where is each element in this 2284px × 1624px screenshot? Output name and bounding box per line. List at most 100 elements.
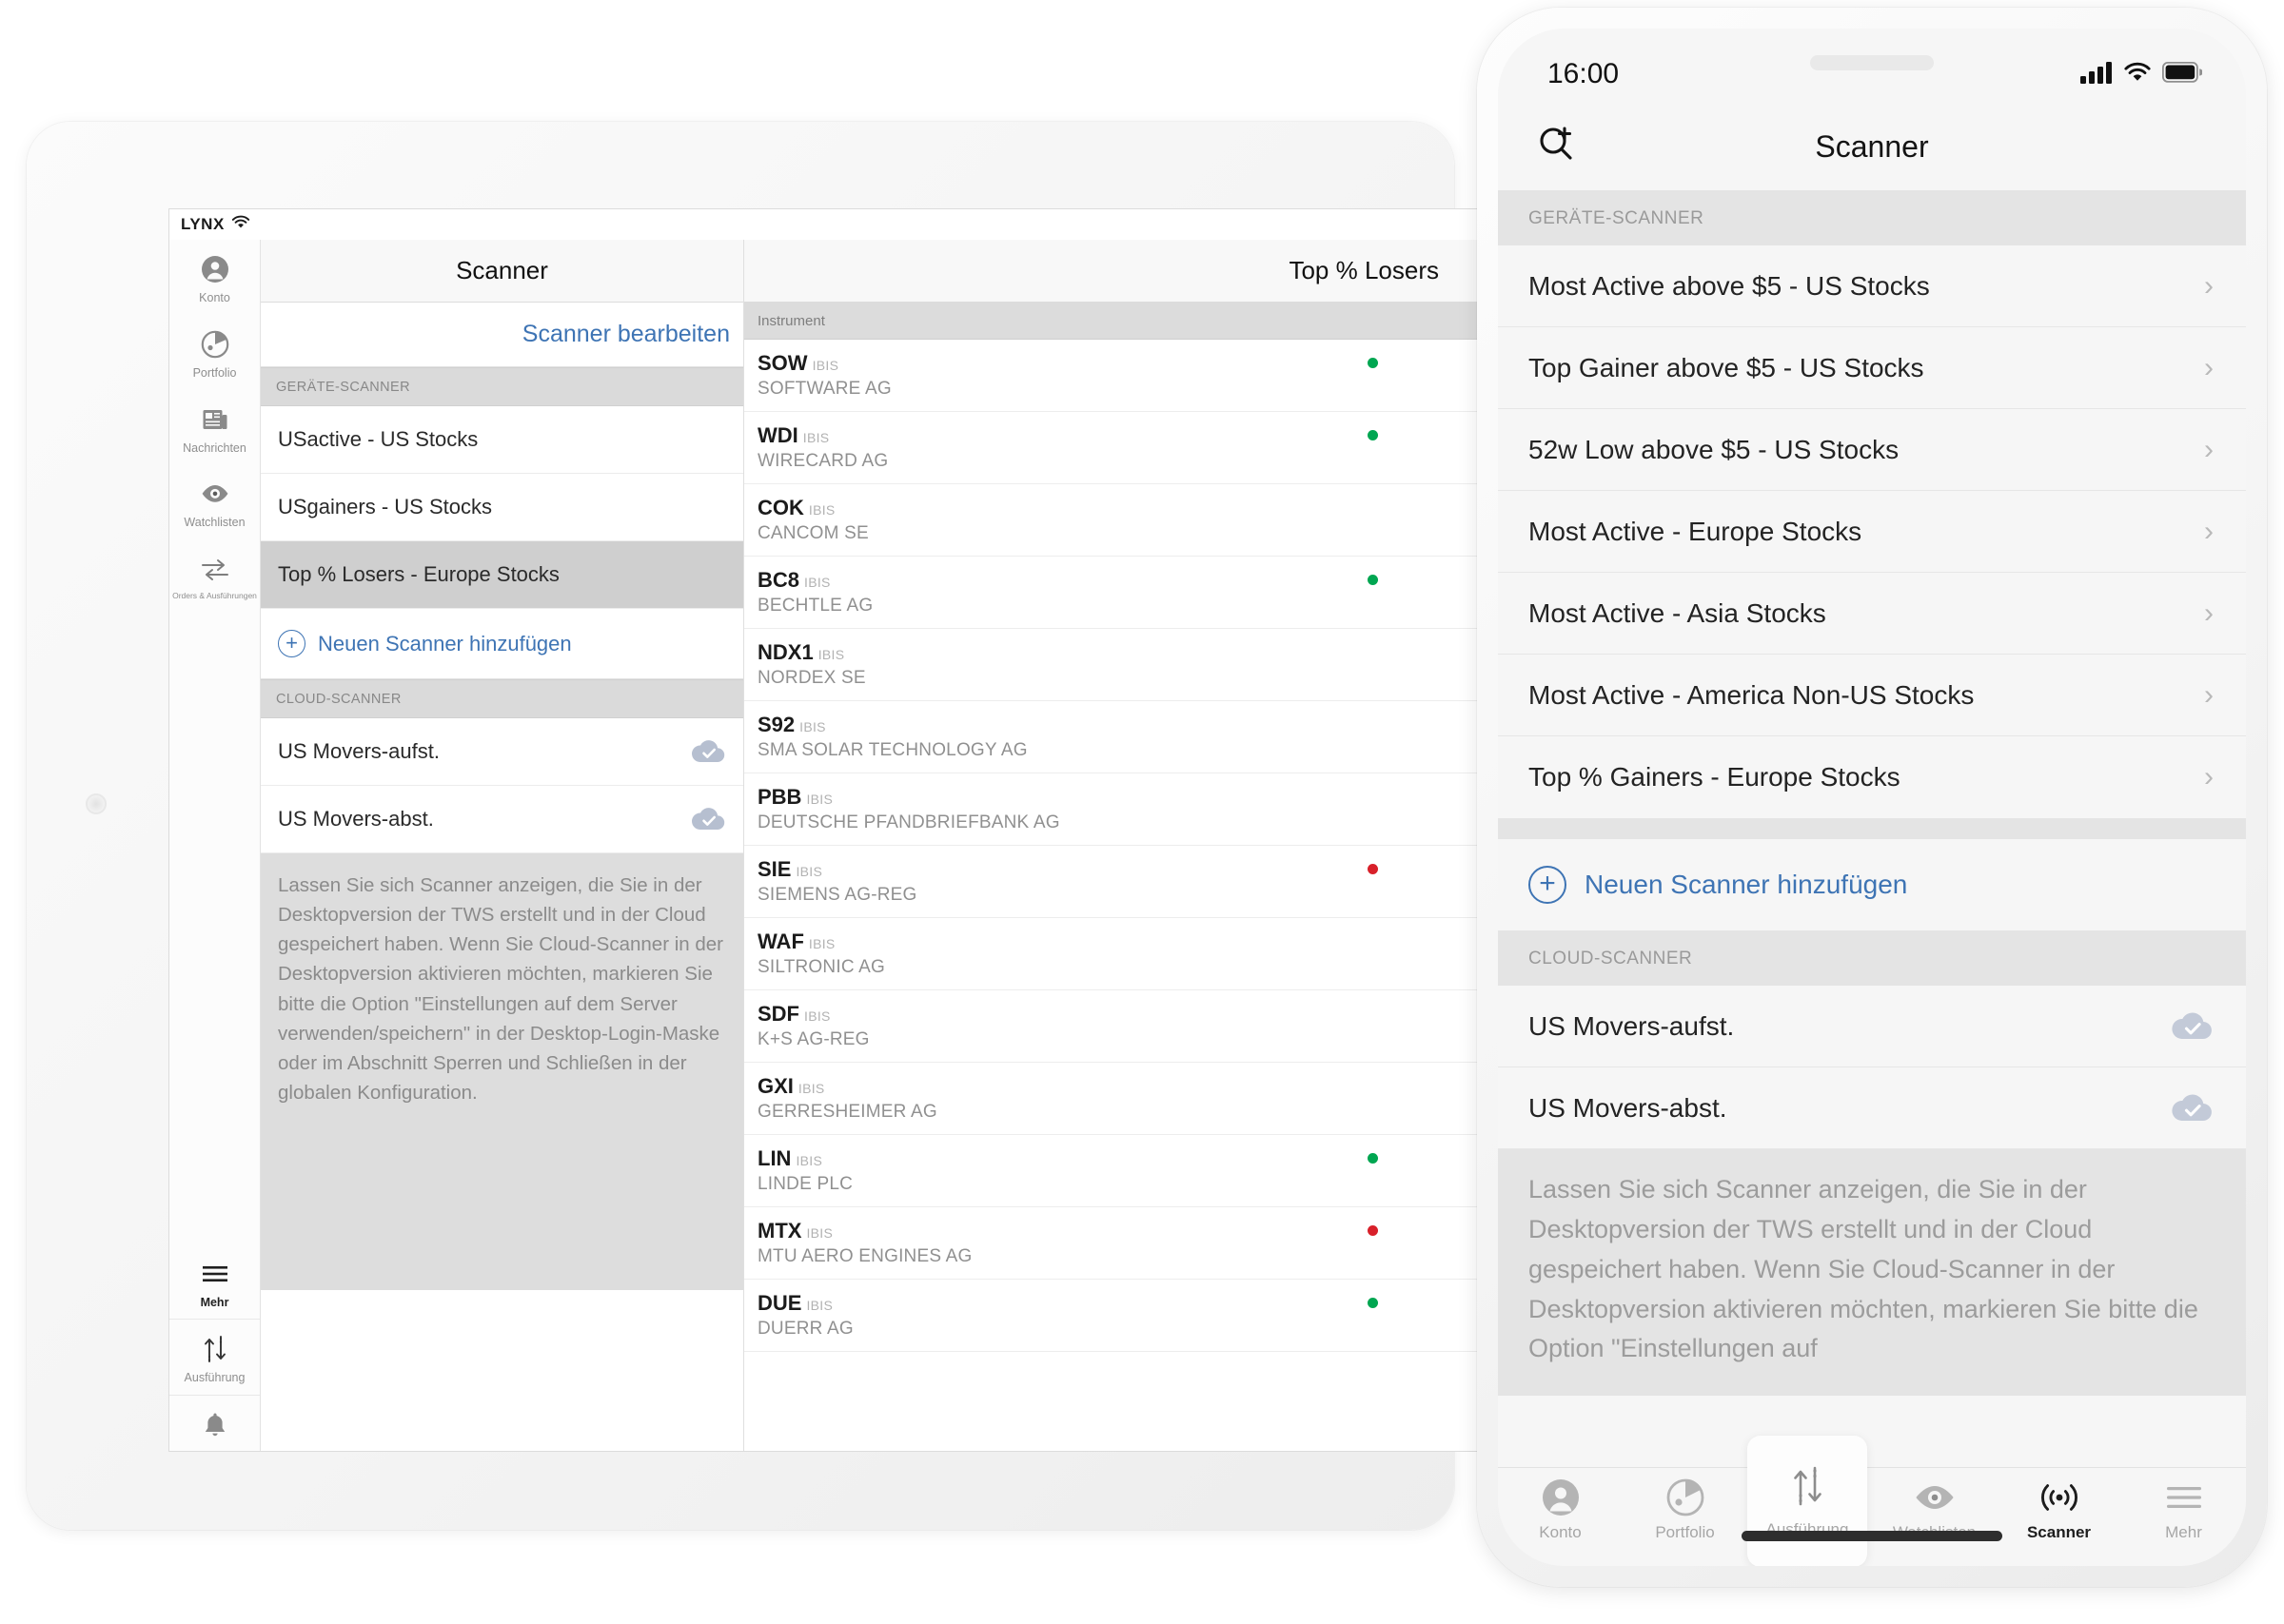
- instrument-row[interactable]: SDF IBIS K+S AG-REG: [744, 990, 1521, 1063]
- tab-konto[interactable]: Konto: [1498, 1478, 1623, 1542]
- instrument-row[interactable]: SIE IBIS SIEMENS AG-REG: [744, 846, 1521, 918]
- instrument-symbol: S92: [758, 713, 796, 736]
- instrument-row[interactable]: SOW IBIS SOFTWARE AG: [744, 340, 1521, 412]
- instrument-exchange: IBIS: [808, 502, 836, 518]
- instrument-row[interactable]: PBB IBIS DEUTSCHE PFANDBRIEFBANK AG: [744, 773, 1521, 846]
- tablet-status-bar: LYNX: [169, 209, 1521, 240]
- phone-scanner-item-label: Most Active - Asia Stocks: [1528, 597, 1826, 628]
- phone-device-frame: 16:00 Scanner GERÄTE-SCANNER Most Active…: [1477, 8, 2267, 1587]
- bell-icon: [199, 1409, 231, 1441]
- instrument-row[interactable]: BC8 IBIS BECHTLE AG: [744, 557, 1521, 629]
- phone-device-scanner-list[interactable]: Most Active above $5 - US Stocks › Top Gai…: [1498, 245, 2246, 818]
- instrument-name: SILTRONIC AG: [758, 957, 886, 977]
- scanner-list-item-selected[interactable]: Top % Losers - Europe Stocks: [261, 541, 743, 609]
- phone-scroll-area[interactable]: GERÄTE-SCANNER Most Active above $5 - US…: [1498, 190, 2246, 1467]
- price-direction-dot-green: [1368, 575, 1378, 585]
- wifi-icon: [231, 215, 250, 234]
- rail-item-ausfuehrung[interactable]: Ausführung: [169, 1319, 260, 1395]
- instrument-exchange: IBIS: [806, 1298, 834, 1313]
- panel-filler: [261, 1289, 743, 1451]
- tablet-left-navbar: Scanner: [261, 240, 743, 303]
- phone-cloud-scanner-item[interactable]: US Movers-aufst.: [1498, 986, 2246, 1067]
- phone-page-title: Scanner: [1815, 128, 1929, 164]
- instrument-exchange: IBIS: [806, 1225, 834, 1241]
- rail-label: Watchlisten: [184, 516, 246, 530]
- chevron-right-icon: ›: [2204, 515, 2214, 547]
- instrument-row[interactable]: WDI IBIS WIRECARD AG: [744, 412, 1521, 484]
- instrument-name: DUERR AG: [758, 1319, 854, 1339]
- up-down-arrows-icon: [199, 1333, 231, 1365]
- instrument-row[interactable]: S92 IBIS SMA SOLAR TECHNOLOGY AG: [744, 701, 1521, 773]
- add-scanner-button[interactable]: + Neuen Scanner hinzufügen: [261, 609, 743, 679]
- rail-spacer: [169, 610, 260, 1243]
- instrument-name: GERRESHEIMER AG: [758, 1102, 937, 1122]
- phone-scanner-item-label: Top Gainer above $5 - US Stocks: [1528, 352, 1924, 382]
- instrument-name: SOFTWARE AG: [758, 379, 892, 399]
- rail-item-watchlisten[interactable]: Watchlisten: [169, 464, 260, 539]
- rail-item-portfolio[interactable]: Portfolio: [169, 315, 260, 390]
- instrument-symbol: GXI: [758, 1074, 794, 1098]
- price-direction-dot-red: [1368, 864, 1378, 874]
- instrument-symbol: LIN: [758, 1146, 792, 1170]
- rail-item-orders[interactable]: Orders & Ausführungen: [169, 539, 260, 610]
- instrument-symbol: COK: [758, 496, 804, 519]
- phone-scanner-list-item[interactable]: Top % Gainers - Europe Stocks ›: [1498, 736, 2246, 818]
- instrument-symbol: DUE: [758, 1291, 802, 1315]
- instrument-symbol: SDF: [758, 1002, 799, 1026]
- cloud-scanner-item[interactable]: US Movers-abst.: [261, 786, 743, 853]
- tab-ausfuehrung-highlight[interactable]: Ausführung: [1747, 1436, 1867, 1566]
- rail-label: Orders & Ausführungen: [172, 591, 257, 600]
- phone-scanner-list-item[interactable]: Most Active - Asia Stocks ›: [1498, 573, 2246, 655]
- chevron-right-icon: ›: [2204, 761, 2214, 792]
- hamburger-icon: [2163, 1478, 2205, 1516]
- scanner-list-item[interactable]: USactive - US Stocks: [261, 406, 743, 474]
- cloud-scanner-item[interactable]: US Movers-aufst.: [261, 718, 743, 786]
- instrument-row[interactable]: GXI IBIS GERRESHEIMER AG: [744, 1063, 1521, 1135]
- instrument-row[interactable]: NDX1 IBIS NORDEX SE: [744, 629, 1521, 701]
- instrument-exchange: IBIS: [817, 647, 845, 662]
- instrument-exchange: IBIS: [808, 936, 836, 951]
- instrument-row[interactable]: DUE IBIS DUERR AG: [744, 1280, 1521, 1352]
- phone-scanner-list-item[interactable]: 52w Low above $5 - US Stocks ›: [1498, 409, 2246, 491]
- instrument-list[interactable]: SOW IBIS SOFTWARE AG WDI IBIS WIRECARD AG COK I…: [744, 340, 1521, 1352]
- rail-item-nachrichten[interactable]: Nachrichten: [169, 390, 260, 465]
- tablet-screen: LYNX Konto Portfolio Nachrichten Watchli…: [169, 209, 1521, 1451]
- phone-cloud-item-label: US Movers-abst.: [1528, 1092, 1727, 1123]
- rail-item-mehr[interactable]: Mehr: [169, 1244, 260, 1320]
- rail-label: Nachrichten: [183, 440, 246, 455]
- rail-item-konto[interactable]: Konto: [169, 240, 260, 315]
- rail-label: Portfolio: [192, 365, 237, 380]
- phone-cloud-scanner-item[interactable]: US Movers-abst.: [1498, 1067, 2246, 1149]
- instrument-symbol: MTX: [758, 1219, 802, 1242]
- phone-scanner-item-label: Most Active above $5 - US Stocks: [1528, 270, 1930, 301]
- eye-icon: [199, 478, 231, 510]
- instrument-name: LINDE PLC: [758, 1174, 854, 1194]
- tab-mehr[interactable]: Mehr: [2121, 1478, 2246, 1542]
- instrument-name: NORDEX SE: [758, 668, 866, 688]
- instrument-row[interactable]: LIN IBIS LINDE PLC: [744, 1135, 1521, 1207]
- chevron-right-icon: ›: [2204, 269, 2214, 302]
- scanner-list-item[interactable]: USgainers - US Stocks: [261, 474, 743, 541]
- phone-scanner-list-item[interactable]: Most Active - Europe Stocks ›: [1498, 491, 2246, 573]
- rail-item-alerts[interactable]: [169, 1395, 260, 1451]
- phone-scanner-list-item[interactable]: Most Active - America Non-US Stocks ›: [1498, 655, 2246, 736]
- news-icon: [199, 403, 231, 436]
- phone-scanner-list-item[interactable]: Top Gainer above $5 - US Stocks ›: [1498, 327, 2246, 409]
- instrument-row[interactable]: WAF IBIS SILTRONIC AG: [744, 918, 1521, 990]
- phone-scanner-list-item[interactable]: Most Active above $5 - US Stocks ›: [1498, 245, 2246, 327]
- tab-scanner[interactable]: Scanner: [1997, 1478, 2121, 1542]
- phone-add-scanner-button[interactable]: + Neuen Scanner hinzufügen: [1498, 839, 2246, 930]
- instrument-row[interactable]: COK IBIS CANCOM SE: [744, 484, 1521, 557]
- tab-portfolio[interactable]: Portfolio: [1623, 1478, 1747, 1542]
- instrument-exchange: IBIS: [802, 430, 830, 445]
- edit-scanner-link[interactable]: Scanner bearbeiten: [522, 321, 730, 348]
- cloud-item-label: US Movers-aufst.: [278, 739, 440, 763]
- phone-home-indicator: [1742, 1531, 2002, 1541]
- tablet-scanner-panel: Scanner Scanner bearbeiten GERÄTE-SCANNE…: [261, 240, 744, 1451]
- tablet-body: Konto Portfolio Nachrichten Watchlisten …: [169, 240, 1521, 1451]
- price-direction-dot-green: [1368, 358, 1378, 368]
- instrument-row[interactable]: MTX IBIS MTU AERO ENGINES AG: [744, 1207, 1521, 1280]
- section-header-cloud: CLOUD-SCANNER: [261, 679, 743, 718]
- phone-scanner-item-label: 52w Low above $5 - US Stocks: [1528, 434, 1900, 464]
- chevron-right-icon: ›: [2204, 433, 2214, 465]
